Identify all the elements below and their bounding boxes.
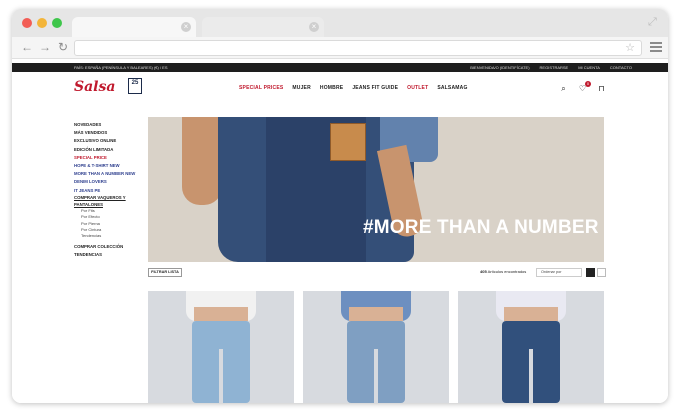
- maximize-window-button[interactable]: [52, 18, 62, 28]
- login-link[interactable]: BIENVENIDA/O (IDENTIFÍCATE): [470, 64, 529, 71]
- sidebar-item-tendencias[interactable]: TENDENCIAS: [74, 251, 144, 259]
- nav-special-prices[interactable]: SPECIAL PRICES: [239, 85, 283, 91]
- bag-icon[interactable]: ⊓: [597, 84, 606, 93]
- sidebar-item-hope-t-shirt[interactable]: HOPE & T-SHIRT NEW: [74, 162, 144, 170]
- browser-tab-active[interactable]: ×: [72, 17, 196, 37]
- sidebar-item-pantalones[interactable]: PANTALONES: [74, 201, 144, 208]
- product-card[interactable]: [303, 291, 449, 403]
- hero-headline: #MORE THAN A NUMBER: [363, 217, 599, 238]
- reload-icon[interactable]: ↻: [56, 40, 70, 54]
- product-leg-gap: [219, 349, 223, 403]
- sidebar-item-it-jeans[interactable]: IT JEANS PE: [74, 187, 144, 195]
- product-card[interactable]: [458, 291, 604, 403]
- grid-3-columns-icon[interactable]: [586, 268, 595, 277]
- nav-outlet[interactable]: OUTLET: [407, 85, 428, 91]
- contact-link[interactable]: CONTACTO: [610, 64, 632, 71]
- country-selector[interactable]: PAÍS: ESPAÑA (PENÍNSULA Y BALEARES) (€) …: [74, 64, 168, 71]
- sidebar-item-mas-vendidos[interactable]: MÁS VENDIDOS: [74, 129, 144, 137]
- tab-close-icon[interactable]: ×: [309, 22, 319, 32]
- sidebar-item-exclusivo-online[interactable]: EXCLUSIVO ONLINE: [74, 137, 144, 145]
- filter-list-button[interactable]: FILTRAR LISTA: [148, 268, 182, 277]
- browser-toolbar: ← → ↻ ☆: [12, 37, 668, 59]
- sort-dropdown[interactable]: Ordenar por: [536, 268, 582, 277]
- fullscreen-icon[interactable]: ⤢: [648, 16, 660, 28]
- product-skin-image: [194, 307, 248, 321]
- minimize-window-button[interactable]: [37, 18, 47, 28]
- forward-icon[interactable]: →: [38, 40, 52, 54]
- jeans-leather-patch: [330, 123, 366, 161]
- sidebar-item-novedades[interactable]: NOVEDADES: [74, 121, 144, 129]
- register-link[interactable]: REGISTRARSE: [540, 64, 569, 71]
- hero-banner[interactable]: #MORE THAN A NUMBER: [148, 117, 604, 262]
- anniversary-badge: 25: [128, 78, 142, 94]
- product-card[interactable]: [148, 291, 294, 403]
- my-account-link[interactable]: MI CUENTA: [578, 64, 600, 71]
- site-header: Salsa 25 SPECIAL PRICES MUJER HOMBRE JEA…: [12, 72, 668, 102]
- wishlist-icon[interactable]: ♡ 0: [578, 81, 591, 93]
- bookmark-star-icon[interactable]: ☆: [625, 41, 635, 56]
- utility-bar: PAÍS: ESPAÑA (PENÍNSULA Y BALEARES) (€) …: [12, 63, 668, 72]
- sidebar-item-special-price[interactable]: SPECIAL PRICE: [74, 154, 144, 162]
- nav-salsamag[interactable]: SALSAMAG: [437, 85, 467, 91]
- nav-jeans-fit-guide[interactable]: JEANS FIT GUIDE: [352, 85, 398, 91]
- salsa-logo[interactable]: Salsa: [74, 79, 115, 95]
- sidebar-item-comprar-coleccion[interactable]: COMPRAR COLECCIÓN: [74, 243, 144, 251]
- sidebar-item-more-than-a-number[interactable]: MORE THAN A NUMBER NEW: [74, 170, 144, 178]
- browser-window: × × ⤢ ← → ↻ ☆ PAÍS: ESPAÑA (PENÍNSULA Y …: [12, 9, 668, 403]
- header-icons: ⌕ ♡ 0 ⊓: [559, 81, 606, 93]
- results-count: 405 Artículos encontrados: [480, 269, 526, 274]
- address-bar[interactable]: ☆: [74, 40, 642, 56]
- product-leg-gap: [374, 349, 378, 403]
- wishlist-count-badge: 0: [585, 81, 591, 87]
- search-icon[interactable]: ⌕: [559, 84, 568, 93]
- back-icon[interactable]: ←: [20, 40, 34, 54]
- sidebar-item-denim-lovers[interactable]: DENIM LOVERS: [74, 178, 144, 186]
- grid-view-toggle: [586, 268, 606, 277]
- web-page: PAÍS: ESPAÑA (PENÍNSULA Y BALEARES) (€) …: [12, 59, 668, 403]
- main-navigation: SPECIAL PRICES MUJER HOMBRE JEANS FIT GU…: [239, 85, 468, 91]
- account-links: BIENVENIDA/O (IDENTIFÍCATE) REGISTRARSE …: [470, 64, 632, 71]
- browser-tab-inactive[interactable]: ×: [202, 17, 324, 37]
- product-leg-gap: [529, 349, 533, 403]
- tab-close-icon[interactable]: ×: [181, 22, 191, 32]
- grid-4-columns-icon[interactable]: [597, 268, 606, 277]
- results-count-number: 405: [480, 269, 487, 274]
- close-window-button[interactable]: [22, 18, 32, 28]
- product-skin-image: [349, 307, 403, 321]
- browser-menu-icon[interactable]: [650, 42, 662, 54]
- product-skin-image: [504, 307, 558, 321]
- hero-arm-image: [182, 117, 222, 205]
- category-sidebar: NOVEDADES MÁS VENDIDOS EXCLUSIVO ONLINE …: [74, 121, 144, 259]
- nav-hombre[interactable]: HOMBRE: [320, 85, 343, 91]
- sidebar-item-edicion-limitada[interactable]: EDICIÓN LIMITADA: [74, 146, 144, 154]
- nav-mujer[interactable]: MUJER: [292, 85, 311, 91]
- listing-toolbar: FILTRAR LISTA 405 Artículos encontrados …: [148, 268, 606, 278]
- browser-tab-strip: × × ⤢: [12, 9, 668, 37]
- results-count-label: Artículos encontrados: [487, 269, 527, 274]
